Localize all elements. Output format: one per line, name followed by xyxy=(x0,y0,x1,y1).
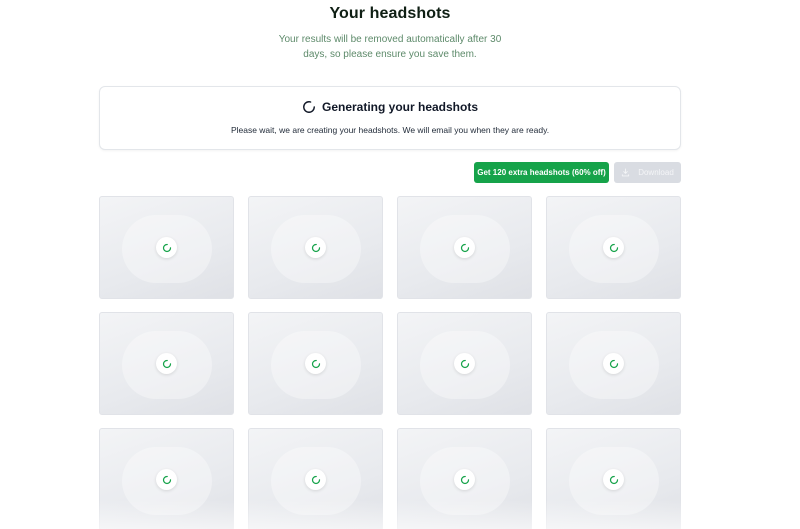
loading-spinner-icon xyxy=(454,237,475,258)
headshot-placeholder xyxy=(397,196,532,299)
get-extra-headshots-button[interactable]: Get 120 extra headshots (60% off) xyxy=(474,162,609,183)
loading-spinner-icon xyxy=(603,353,624,374)
headshot-placeholder xyxy=(99,312,234,415)
status-title: Generating your headshots xyxy=(321,100,479,114)
loading-spinner-icon xyxy=(156,353,177,374)
loading-spinner-icon xyxy=(603,469,624,490)
headshot-placeholder xyxy=(546,312,681,415)
headshot-placeholder xyxy=(99,428,234,529)
headshot-placeholder xyxy=(546,428,681,529)
status-message: Please wait, we are creating your headsh… xyxy=(230,125,550,135)
headshot-placeholder xyxy=(248,312,383,415)
loading-spinner-icon xyxy=(305,469,326,490)
headshot-placeholder xyxy=(99,196,234,299)
page-title: Your headshots xyxy=(329,5,451,22)
headshot-placeholder xyxy=(248,196,383,299)
download-label: Download xyxy=(638,168,674,177)
loading-spinner-icon xyxy=(156,237,177,258)
headshots-page: Your headshots Your results will be remo… xyxy=(0,0,800,529)
headshot-placeholder xyxy=(397,312,532,415)
retention-notice: Your results will be removed automatical… xyxy=(278,34,502,60)
generation-status-card: Generating your headshots Please wait, w… xyxy=(99,86,681,150)
loading-spinner-icon xyxy=(305,353,326,374)
loading-spinner-icon xyxy=(305,237,326,258)
headshot-placeholder xyxy=(248,428,383,529)
spinner-icon xyxy=(302,100,316,114)
download-button[interactable]: Download xyxy=(614,162,681,183)
headshot-placeholder xyxy=(397,428,532,529)
headshot-grid xyxy=(99,196,681,529)
loading-spinner-icon xyxy=(454,353,475,374)
status-heading: Generating your headshots xyxy=(100,100,680,114)
loading-spinner-icon xyxy=(454,469,475,490)
download-icon xyxy=(621,168,630,177)
headshot-placeholder xyxy=(546,196,681,299)
loading-spinner-icon xyxy=(156,469,177,490)
loading-spinner-icon xyxy=(603,237,624,258)
